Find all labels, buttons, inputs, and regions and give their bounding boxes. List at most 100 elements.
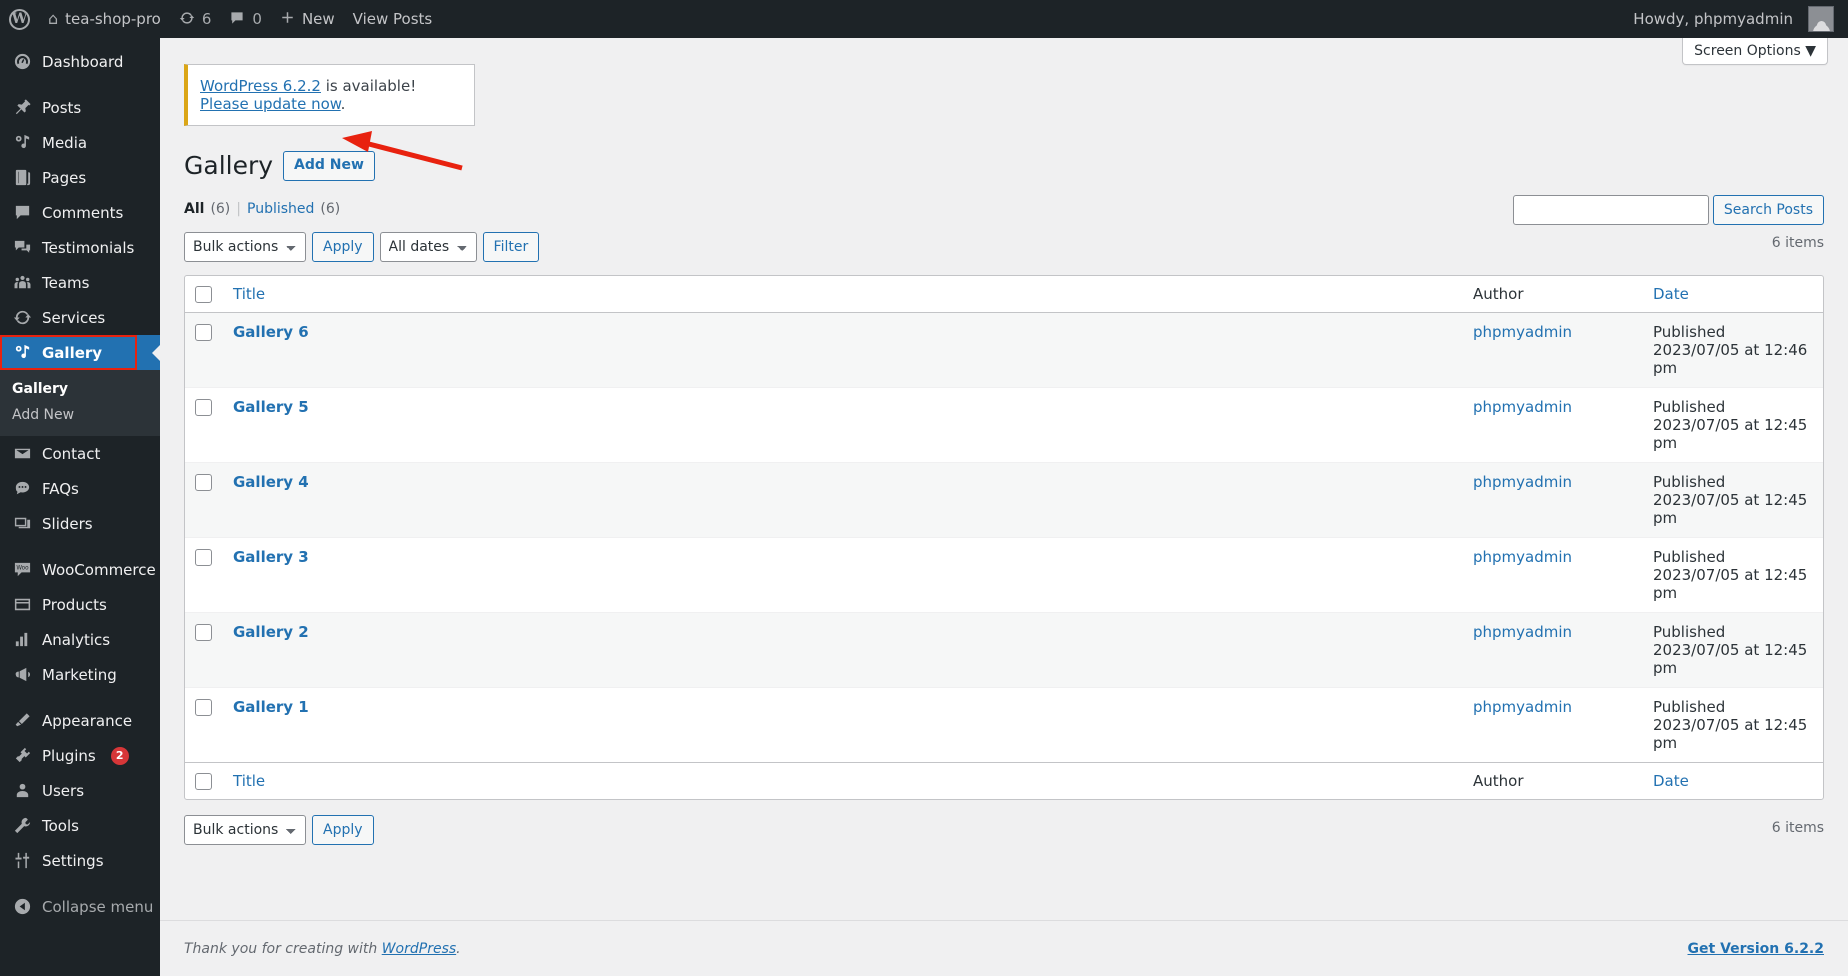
table-row: Gallery 4 phpmyadmin Published 2023/07/0… <box>185 461 1823 537</box>
sidebar-item-faqs[interactable]: FAQs <box>0 471 160 506</box>
get-version-link[interactable]: Get Version 6.2.2 <box>1688 941 1824 957</box>
search-input[interactable] <box>1512 194 1709 225</box>
view-published-link[interactable]: Published <box>247 201 314 217</box>
row-title-link[interactable]: Gallery 3 <box>233 548 309 566</box>
wordpress-version-link[interactable]: WordPress 6.2.2 <box>200 77 321 95</box>
row-title-cell: Gallery 6 <box>223 313 1463 387</box>
sidebar-item-tools[interactable]: Tools <box>0 808 160 843</box>
page-title: Gallery <box>184 151 274 180</box>
row-title-link[interactable]: Gallery 2 <box>233 623 309 641</box>
sort-title-link-footer[interactable]: Title <box>233 772 265 790</box>
row-date: 2023/07/05 at 12:45 pm <box>1653 565 1808 602</box>
date-filter-select[interactable]: All dates <box>379 231 477 262</box>
row-author-cell: phpmyadmin <box>1463 686 1643 762</box>
row-title-link[interactable]: Gallery 5 <box>233 398 309 416</box>
view-all-link[interactable]: All <box>184 201 204 217</box>
updates-icon <box>179 10 195 29</box>
row-checkbox-cell <box>185 386 223 462</box>
row-checkbox[interactable] <box>195 323 212 341</box>
row-author-link[interactable]: phpmyadmin <box>1473 323 1572 341</box>
svg-text:Woo: Woo <box>16 566 29 572</box>
filter-button[interactable]: Filter <box>482 231 540 262</box>
sidebar-item-woocommerce[interactable]: Woo WooCommerce <box>0 552 160 587</box>
collapse-icon <box>12 896 33 917</box>
sidebar-item-label: Analytics <box>42 630 111 649</box>
row-checkbox[interactable] <box>195 398 212 416</box>
bulk-actions-select-top[interactable]: Bulk actions <box>184 231 306 262</box>
row-title-link[interactable]: Gallery 4 <box>233 473 309 491</box>
row-author-link[interactable]: phpmyadmin <box>1473 473 1572 491</box>
apply-button-top[interactable]: Apply <box>312 231 374 262</box>
search-box: Search Posts <box>1512 194 1824 225</box>
sidebar-item-dashboard[interactable]: Dashboard <box>0 44 160 79</box>
sidebar-item-label: Media <box>42 133 88 152</box>
sidebar-item-collapse-menu[interactable]: Collapse menu <box>0 889 160 924</box>
row-checkbox[interactable] <box>195 623 212 641</box>
wordpress-logo-menu[interactable]: W <box>0 0 39 38</box>
sidebar-item-media[interactable]: Media <box>0 125 160 160</box>
content-wrap: WordPress 6.2.2 is available! Please upd… <box>160 64 1848 846</box>
sidebar-item-testimonials[interactable]: Testimonials <box>0 230 160 265</box>
row-checkbox-cell <box>185 461 223 537</box>
updates-menu[interactable]: 6 <box>170 0 221 38</box>
sidebar-item-products[interactable]: Products <box>0 587 160 622</box>
row-title-link[interactable]: Gallery 1 <box>233 698 309 716</box>
row-author-link[interactable]: phpmyadmin <box>1473 623 1572 641</box>
sidebar-item-label: Dashboard <box>42 52 124 71</box>
sidebar-item-settings[interactable]: Settings <box>0 843 160 878</box>
add-new-button[interactable]: Add New <box>283 151 375 182</box>
row-author-link[interactable]: phpmyadmin <box>1473 698 1572 716</box>
sidebar-item-pages[interactable]: Pages <box>0 160 160 195</box>
footer-wordpress-link[interactable]: WordPress <box>382 941 456 957</box>
row-checkbox[interactable] <box>195 473 212 491</box>
page-title-row: Gallery Add New <box>184 150 1824 183</box>
sidebar-item-appearance[interactable]: Appearance <box>0 703 160 738</box>
row-status: Published <box>1653 397 1726 416</box>
row-date: 2023/07/05 at 12:45 pm <box>1653 640 1808 677</box>
sort-date-link[interactable]: Date <box>1653 285 1689 303</box>
row-checkbox[interactable] <box>195 548 212 566</box>
sidebar-item-sliders[interactable]: Sliders <box>0 506 160 541</box>
sidebar-item-gallery[interactable]: Gallery <box>0 335 160 370</box>
bulk-actions-select-bottom[interactable]: Bulk actions <box>184 814 306 845</box>
row-author-link[interactable]: phpmyadmin <box>1473 398 1572 416</box>
sidebar-subitem-add-new[interactable]: Add New <box>0 402 160 428</box>
row-date-cell: Published 2023/07/05 at 12:46 pm <box>1643 313 1823 387</box>
please-update-now-link[interactable]: Please update now <box>200 95 341 113</box>
marketing-icon <box>12 664 33 685</box>
sidebar-item-marketing[interactable]: Marketing <box>0 657 160 692</box>
sidebar-subitem-gallery[interactable]: Gallery <box>0 376 160 402</box>
site-name-label: tea-shop-pro <box>65 10 161 28</box>
site-name-menu[interactable]: ⌂ tea-shop-pro <box>39 0 170 38</box>
sidebar-item-posts[interactable]: Posts <box>0 90 160 125</box>
teams-icon <box>12 272 33 293</box>
sort-date-link-footer[interactable]: Date <box>1653 772 1689 790</box>
select-all-checkbox-top[interactable] <box>195 285 212 303</box>
sidebar-item-contact[interactable]: Contact <box>0 436 160 471</box>
table-row: Gallery 1 phpmyadmin Published 2023/07/0… <box>185 686 1823 762</box>
sort-title-link[interactable]: Title <box>233 285 265 303</box>
view-posts-menu[interactable]: View Posts <box>344 0 442 38</box>
apply-button-bottom[interactable]: Apply <box>312 814 374 845</box>
tools-icon <box>12 815 33 836</box>
sidebar-item-label: Users <box>42 781 85 800</box>
row-checkbox[interactable] <box>195 698 212 716</box>
sidebar-item-comments[interactable]: Comments <box>0 195 160 230</box>
search-posts-button[interactable]: Search Posts <box>1712 194 1824 225</box>
sidebar-separator <box>0 878 160 889</box>
sidebar-item-services[interactable]: Services <box>0 300 160 335</box>
sidebar-item-plugins[interactable]: Plugins 2 <box>0 738 160 773</box>
new-content-menu[interactable]: New <box>271 0 344 38</box>
sidebar-item-teams[interactable]: Teams <box>0 265 160 300</box>
comments-menu[interactable]: 0 <box>220 0 271 38</box>
plus-icon <box>280 10 295 28</box>
row-author-link[interactable]: phpmyadmin <box>1473 548 1572 566</box>
sidebar-submenu-gallery: Gallery Add New <box>0 370 160 436</box>
screen-options-button[interactable]: Screen Options ▼ <box>1682 38 1828 65</box>
admin-bar: W ⌂ tea-shop-pro 6 0 New View Posts Howd… <box>0 0 1848 38</box>
sidebar-item-analytics[interactable]: Analytics <box>0 622 160 657</box>
select-all-checkbox-bottom[interactable] <box>195 772 212 790</box>
row-title-link[interactable]: Gallery 6 <box>233 323 309 341</box>
sidebar-item-users[interactable]: Users <box>0 773 160 808</box>
my-account-menu[interactable]: Howdy, phpmyadmin <box>1624 0 1848 38</box>
